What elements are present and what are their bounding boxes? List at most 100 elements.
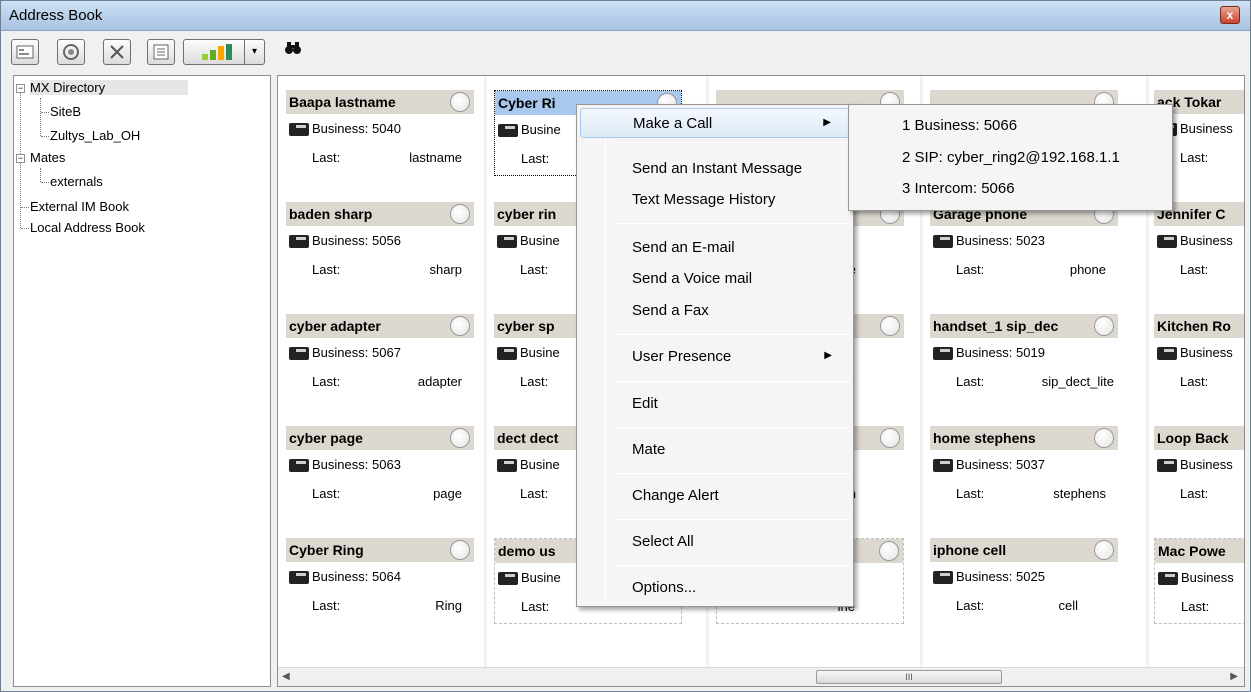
phone-icon: [289, 235, 309, 248]
contact-context-menu: Make a Call ▶ Send an Instant Message Te…: [576, 104, 854, 607]
submenu-item-business[interactable]: 1 Business: 5066: [902, 117, 1017, 134]
scroll-thumb[interactable]: III: [816, 670, 1002, 684]
phone-icon: [1157, 235, 1177, 248]
last-name-value: phone: [1069, 262, 1106, 277]
business-number: 5040: [372, 121, 401, 136]
last-name-value: Ring: [435, 598, 462, 613]
presence-icon: [450, 204, 470, 224]
properties-button[interactable]: [147, 39, 175, 65]
contact-name: handset_1 sip_dec: [933, 318, 1059, 334]
directory-tree[interactable]: − MX Directory SiteB Zultys_Lab_OH − Mat…: [13, 75, 271, 687]
find-button[interactable]: [285, 41, 301, 60]
menu-separator: [613, 223, 849, 224]
tree-item-mx-directory[interactable]: MX Directory: [30, 80, 188, 95]
phone-icon: [933, 235, 953, 248]
menu-item-edit[interactable]: Edit: [580, 389, 850, 419]
phone-icon: [933, 571, 953, 584]
contact-name: baden sharp: [289, 206, 373, 222]
close-button[interactable]: x: [1220, 6, 1240, 24]
last-name-value: lastname: [409, 150, 462, 165]
menu-item-send-email[interactable]: Send an E-mail: [580, 233, 850, 263]
menu-item-change-alert[interactable]: Change Alert: [580, 481, 850, 511]
contact-card[interactable]: baden sharp Business: 5056 Last: sharp: [286, 202, 474, 288]
phone-icon: [497, 459, 517, 472]
view-dropdown-arrow[interactable]: ▾: [244, 40, 264, 64]
menu-item-select-all[interactable]: Select All: [580, 527, 850, 557]
phone-icon: [289, 123, 309, 136]
last-label: Last:: [312, 262, 341, 277]
menu-item-user-presence[interactable]: User Presence ▶: [580, 342, 850, 372]
last-label: Last:: [521, 599, 550, 614]
contact-card[interactable]: Baapa lastname Business: 5040 Last: last…: [286, 90, 474, 176]
new-contact-button[interactable]: [11, 39, 39, 65]
last-label: Last:: [312, 374, 341, 389]
menu-separator: [613, 381, 849, 382]
presence-icon: [1094, 540, 1114, 560]
contact-name: home stephens: [933, 430, 1036, 446]
menu-item-options[interactable]: Options...: [580, 573, 850, 603]
business-label: Busine: [521, 570, 561, 585]
tree-item-zultys-lab-oh[interactable]: Zultys_Lab_OH: [50, 128, 140, 143]
phone-icon: [933, 347, 953, 360]
contact-card[interactable]: Garage phone Business: 5023 Last: phone: [930, 202, 1118, 288]
horizontal-scrollbar[interactable]: ◀ III ▶: [278, 667, 1244, 686]
phone-icon: [1157, 347, 1177, 360]
contact-card[interactable]: Jennifer C Business Last:: [1154, 202, 1244, 288]
expander-mx-directory[interactable]: −: [16, 84, 25, 93]
presence-icon: [1094, 316, 1114, 336]
presence-icon: [450, 428, 470, 448]
business-label: Business:: [312, 233, 369, 248]
menu-item-make-a-call[interactable]: Make a Call ▶: [580, 108, 850, 138]
phone-icon: [289, 571, 309, 584]
menu-item-text-message-history[interactable]: Text Message History: [580, 185, 850, 215]
menu-separator: [613, 427, 849, 428]
phone-icon: [1157, 459, 1177, 472]
contact-name: demo us: [498, 543, 556, 559]
menu-item-mate[interactable]: Mate: [580, 435, 850, 465]
contact-card[interactable]: home stephens Business: 5037 Last: steph…: [930, 426, 1118, 512]
contact-card[interactable]: Mac Powe Business Last:: [1154, 538, 1244, 624]
last-label: Last:: [956, 598, 985, 613]
properties-icon: [153, 44, 169, 60]
toolbar: ▾: [9, 37, 1244, 69]
contact-card[interactable]: Cyber Ring Business: 5064 Last: Ring: [286, 538, 474, 624]
tree-item-local-address-book[interactable]: Local Address Book: [30, 220, 145, 235]
menu-separator: [613, 565, 849, 566]
delete-button[interactable]: [103, 39, 131, 65]
contact-card[interactable]: Loop Back Business Last:: [1154, 426, 1244, 512]
phone-icon: [497, 347, 517, 360]
last-name-value: sharp: [429, 262, 462, 277]
contact-card[interactable]: handset_1 sip_dec Business: 5019 Last: s…: [930, 314, 1118, 400]
business-number: 5067: [372, 345, 401, 360]
contact-name: cyber rin: [497, 206, 557, 222]
scroll-left-arrow-icon[interactable]: ◀: [282, 671, 290, 682]
tree-item-mates[interactable]: Mates: [30, 150, 65, 165]
contact-card[interactable]: cyber adapter Business: 5067 Last: adapt…: [286, 314, 474, 400]
submenu-item-sip[interactable]: 2 SIP: cyber_ring2@192.168.1.1: [902, 149, 1120, 166]
expander-mates[interactable]: −: [16, 154, 25, 163]
submenu-item-intercom[interactable]: 3 Intercom: 5066: [902, 180, 1015, 197]
presence-button[interactable]: [57, 39, 85, 65]
presence-icon: [880, 428, 900, 448]
last-name-value: page: [433, 486, 462, 501]
view-menu-button[interactable]: ▾: [183, 39, 265, 65]
scroll-right-arrow-icon[interactable]: ▶: [1230, 671, 1238, 682]
contact-card[interactable]: Kitchen Ro Business Last:: [1154, 314, 1244, 400]
menu-item-send-fax[interactable]: Send a Fax: [580, 296, 850, 326]
menu-separator: [613, 142, 849, 143]
last-label: Last:: [312, 598, 341, 613]
last-label: Last:: [520, 374, 549, 389]
delete-icon: [110, 45, 124, 59]
contact-card[interactable]: iphone cell Business: 5025 Last: cell: [930, 538, 1118, 624]
tree-item-externals[interactable]: externals: [50, 174, 103, 189]
business-number: 5025: [1016, 569, 1045, 584]
contact-card[interactable]: cyber page Business: 5063 Last: page: [286, 426, 474, 512]
title-bar[interactable]: Address Book x: [1, 1, 1250, 31]
menu-item-send-voice-mail[interactable]: Send a Voice mail: [580, 264, 850, 294]
tree-item-external-im-book[interactable]: External IM Book: [30, 199, 129, 214]
last-label: Last:: [520, 262, 549, 277]
business-number: 5056: [372, 233, 401, 248]
tree-item-siteb[interactable]: SiteB: [50, 104, 81, 119]
business-label: Business:: [956, 569, 1013, 584]
menu-item-send-instant-message[interactable]: Send an Instant Message: [580, 154, 850, 184]
